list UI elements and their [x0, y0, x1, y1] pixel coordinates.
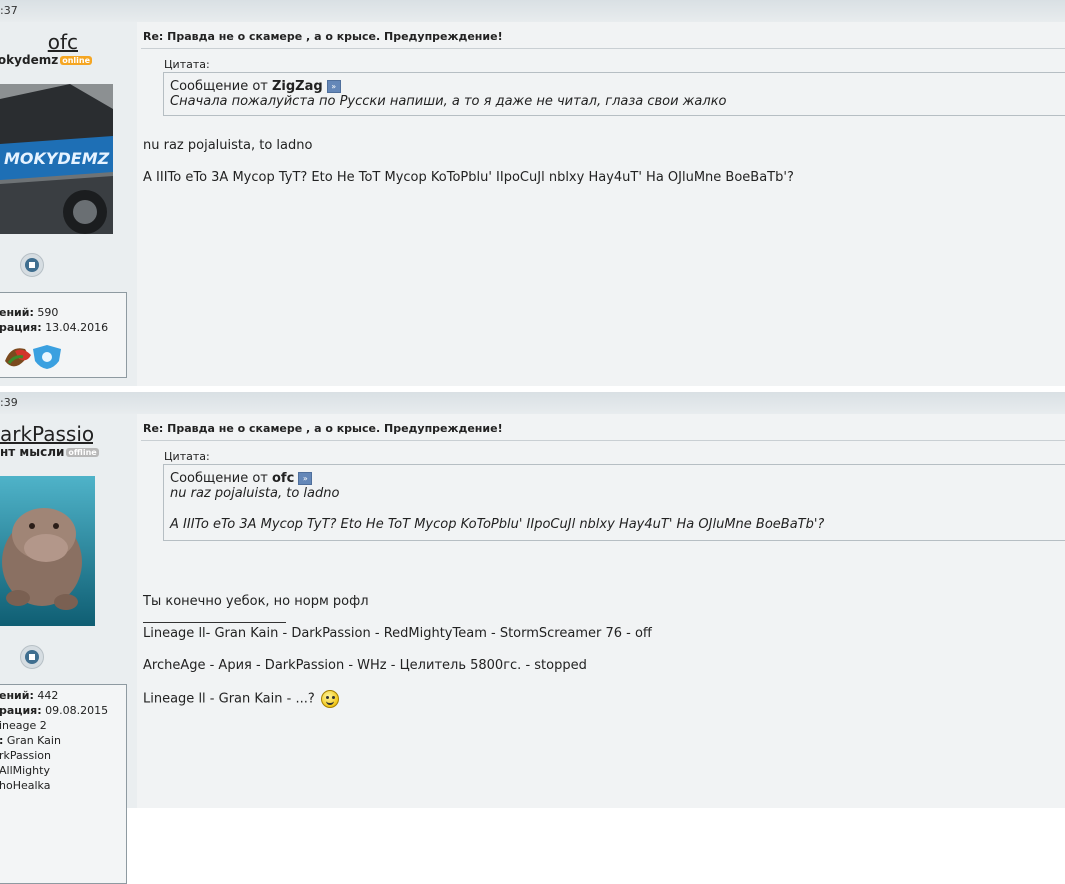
- stat-line: AllMighty: [0, 764, 50, 777]
- user-info: ofc mokydemzonline MOKYDEMZ ений: 590 ра…: [0, 22, 137, 386]
- post-body: Re: Правда не о скамере , а о крысе. Пре…: [137, 22, 1065, 386]
- user-info: arkPassion нт мыслиoffline: [0, 414, 137, 884]
- avatar-image: [0, 476, 95, 626]
- stat-line: рация: 09.08.2015: [0, 704, 109, 717]
- divider: [141, 48, 1065, 49]
- svg-text:MOKYDEMZ: MOKYDEMZ: [4, 149, 110, 168]
- quote-caption: Цитата:: [164, 58, 210, 71]
- award-leaf-icon: [5, 348, 31, 367]
- signature-divider: [143, 622, 286, 623]
- user-title: mokydemzonline: [0, 53, 92, 67]
- stat-line: рация: 13.04.2016: [0, 321, 109, 334]
- stat-line: ений: 442: [0, 689, 59, 702]
- quote-text: Сначала пожалуйста по Русски напиши, а т…: [170, 94, 727, 109]
- avatar[interactable]: MOKYDEMZ: [0, 84, 113, 234]
- private-message-button[interactable]: [20, 253, 44, 277]
- quote-block: Сообщение от ofc» nu raz pojaluista, to …: [163, 464, 1065, 541]
- post-title: Re: Правда не о скамере , а о крысе. Пре…: [143, 30, 503, 43]
- post-header: :39: [0, 392, 1065, 415]
- stat-line: ений: 590: [0, 306, 59, 319]
- post-body: Re: Правда не о скамере , а о крысе. Пре…: [137, 414, 1065, 808]
- username-link[interactable]: ofc: [0, 30, 78, 54]
- user-stats: ений: 442 рация: 09.08.2015 ineage 2 : G…: [0, 684, 127, 884]
- offline-badge: offline: [66, 448, 99, 457]
- view-post-icon[interactable]: »: [298, 472, 313, 485]
- stat-line: ineage 2: [0, 719, 47, 732]
- username-link[interactable]: arkPassion: [0, 422, 93, 446]
- post-time: :39: [0, 396, 18, 409]
- message-line: Ты конечно уебок, но норм рофл: [143, 594, 369, 609]
- view-post-icon[interactable]: »: [326, 80, 341, 93]
- message-line: nu raz pojaluista, to ladno: [143, 138, 313, 153]
- user-stats: ений: 590 рация: 13.04.2016: [0, 292, 127, 378]
- quote-block: Сообщение от ZigZag» Сначала пожалуйста …: [163, 72, 1065, 116]
- message-line: А IIITo eTo 3A Mycop TyT? Eto He ToT Myc…: [143, 170, 794, 185]
- quote-text: А IIITo eTo 3A Mycop TyT? Eto He ToT Myc…: [170, 517, 825, 532]
- avatar[interactable]: [0, 476, 95, 626]
- quote-author: ZigZag: [271, 79, 323, 94]
- quote-header: Сообщение от ZigZag»: [170, 79, 1065, 94]
- quote-text: nu raz pojaluista, to ladno: [170, 486, 340, 501]
- online-badge: online: [60, 56, 92, 65]
- quote-header: Сообщение от ofc»: [170, 471, 1065, 486]
- post-1: :37 ofc mokydemzonline MOKYDEMZ ений: 59…: [0, 0, 1065, 386]
- user-title: нт мысли offline: [0, 445, 99, 459]
- message-icon: [25, 258, 39, 272]
- quote-author: ofc: [271, 471, 295, 486]
- stat-line: hoHealka: [0, 779, 51, 792]
- quote-caption: Цитата:: [164, 450, 210, 463]
- smiley-icon: [320, 690, 339, 708]
- message-icon: [25, 650, 39, 664]
- post-2: :39 arkPassion нт мыслиoffline: [0, 392, 1065, 884]
- private-message-button[interactable]: [20, 645, 44, 669]
- signature-line: Lineage ll - Gran Kain - ...?: [143, 690, 339, 708]
- divider: [141, 440, 1065, 441]
- stat-line: rkPassion: [0, 749, 51, 762]
- post-title: Re: Правда не о скамере , а о крысе. Пре…: [143, 422, 503, 435]
- signature-line: Lineage ll- Gran Kain - DarkPassion - Re…: [143, 626, 652, 641]
- stat-line: : Gran Kain: [0, 734, 61, 747]
- award-icons: [5, 345, 61, 369]
- award-shield-icon: [33, 345, 61, 369]
- post-time: :37: [0, 4, 18, 17]
- post-header: :37: [0, 0, 1065, 23]
- avatar-image: MOKYDEMZ: [0, 84, 113, 234]
- signature-line: ArcheAge - Ария - DarkPassion - WHz - Це…: [143, 658, 587, 673]
